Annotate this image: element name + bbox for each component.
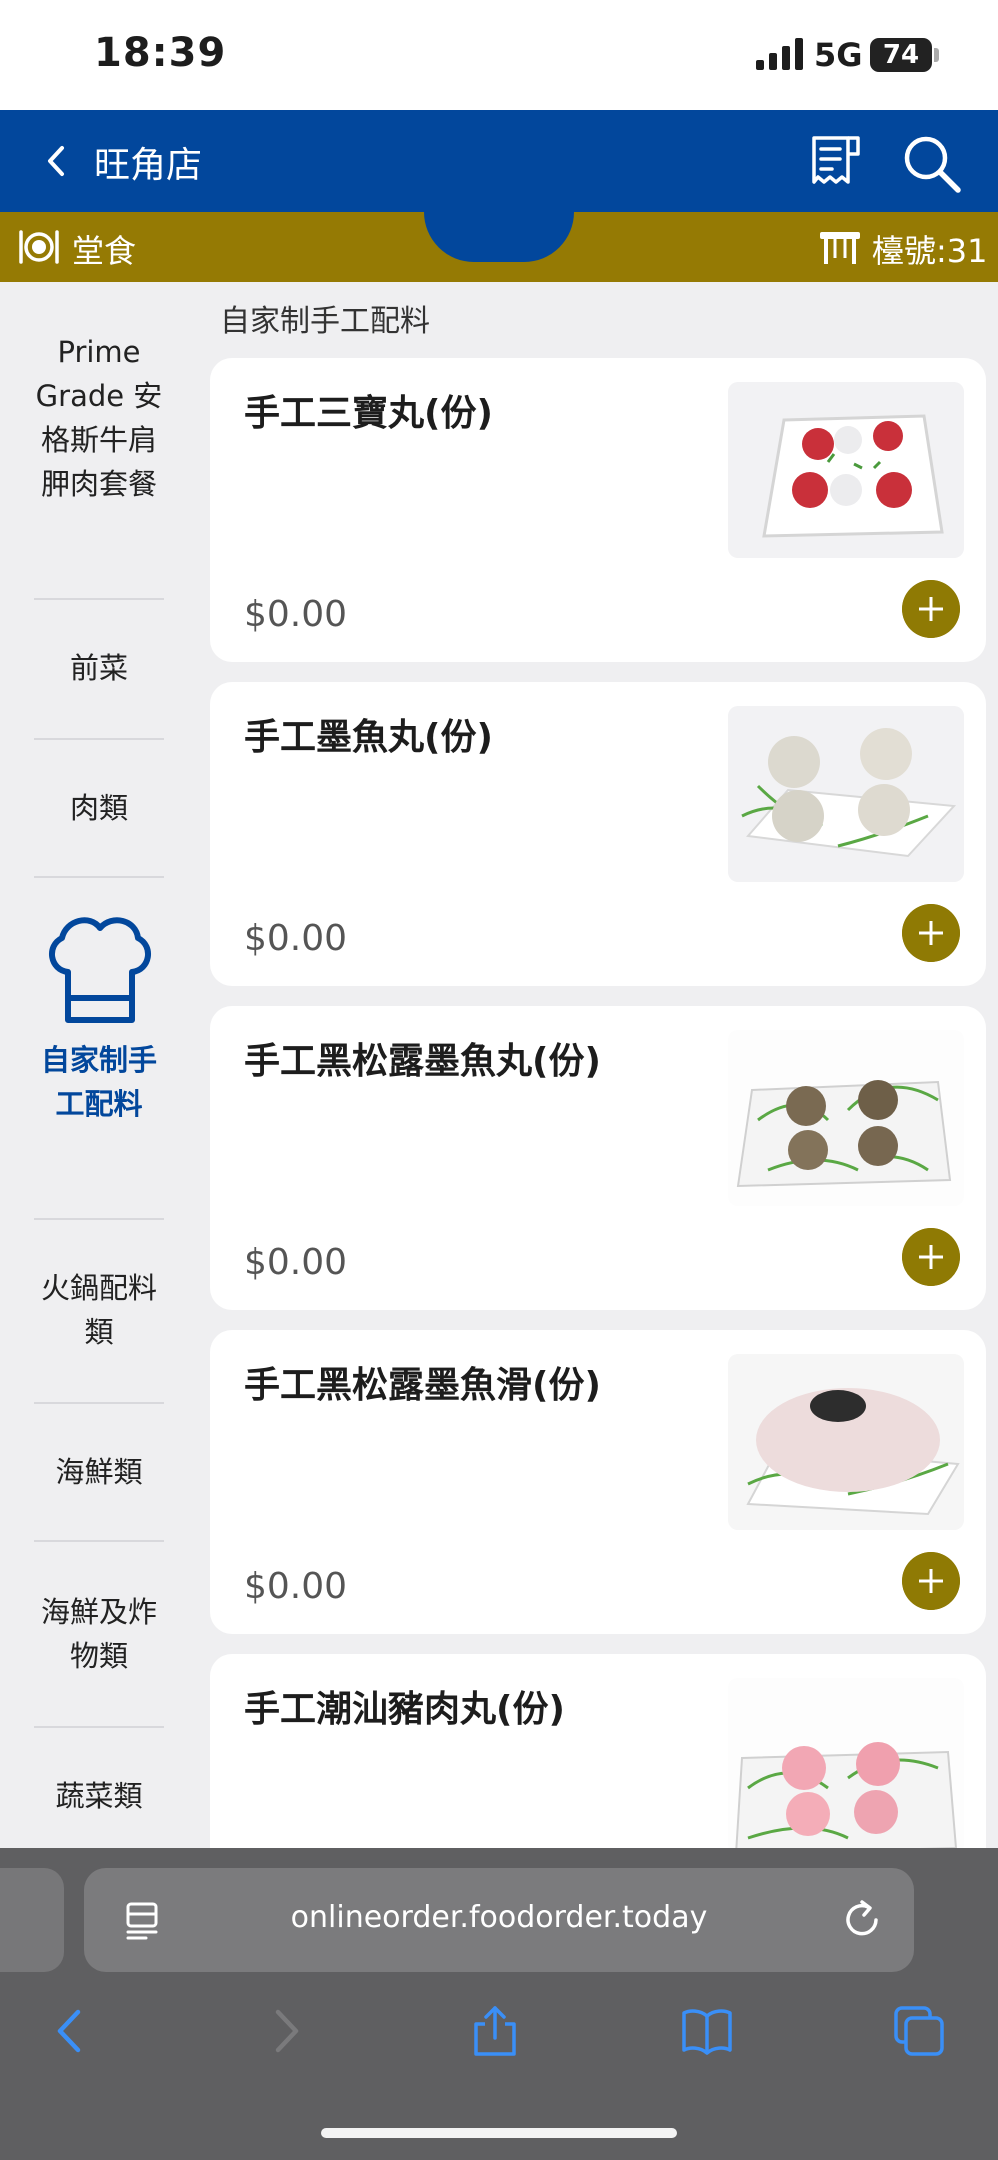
- address-bar[interactable]: onlineorder.foodorder.today: [84, 1868, 914, 1972]
- product-image: [728, 1354, 964, 1530]
- sidebar-item-appetizers[interactable]: 前菜: [34, 646, 164, 690]
- sidebar-item-vegetables[interactable]: 蔬菜類: [34, 1774, 164, 1818]
- product-image: [728, 706, 964, 882]
- product-card[interactable]: 手工黑松露墨魚丸(份) $0.00: [210, 1006, 986, 1310]
- bookmarks-icon[interactable]: [680, 2004, 734, 2058]
- product-name: 手工墨魚丸(份): [244, 717, 493, 758]
- status-bar: 18:39 5G 74: [0, 0, 998, 110]
- sidebar-item-homemade[interactable]: 自家制手工配料: [34, 1038, 164, 1126]
- reload-icon[interactable]: [840, 1898, 884, 1942]
- sidebar-divider: [34, 1726, 164, 1728]
- battery-icon: 74: [870, 38, 932, 72]
- back-icon[interactable]: [44, 2004, 98, 2058]
- product-price: $0.00: [244, 918, 348, 959]
- product-price: $0.00: [244, 594, 348, 635]
- sidebar-item-seafood[interactable]: 海鮮類: [34, 1450, 164, 1494]
- product-image: [728, 382, 964, 558]
- product-price: $0.00: [244, 1242, 348, 1283]
- product-card[interactable]: 手工墨魚丸(份) $0.00: [210, 682, 986, 986]
- sidebar-divider: [34, 738, 164, 740]
- battery-level: 74: [882, 40, 920, 70]
- product-name: 手工潮汕豬肉丸(份): [244, 1689, 565, 1730]
- add-to-cart-button[interactable]: [902, 1228, 960, 1286]
- tabs-icon[interactable]: [892, 2004, 946, 2058]
- add-to-cart-button[interactable]: [902, 1552, 960, 1610]
- share-icon[interactable]: [468, 2004, 522, 2058]
- app-header: 旺角店: [0, 110, 998, 212]
- add-to-cart-button[interactable]: [902, 904, 960, 962]
- sidebar-item-seafood-fried[interactable]: 海鮮及炸物類: [34, 1590, 164, 1678]
- sidebar-divider: [34, 1402, 164, 1404]
- section-title: 自家制手工配料: [220, 304, 430, 339]
- dine-in-icon: [19, 230, 59, 264]
- product-name: 手工黑松露墨魚丸(份): [244, 1041, 601, 1082]
- table-number: 檯號:31: [872, 232, 988, 270]
- product-image: [728, 1678, 964, 1854]
- home-indicator[interactable]: [321, 2128, 677, 2138]
- search-icon[interactable]: [900, 132, 964, 196]
- sidebar-divider: [34, 598, 164, 600]
- url-text: onlineorder.foodorder.today: [290, 1900, 708, 1935]
- store-name: 旺角店: [94, 145, 203, 186]
- chef-hat-icon: [49, 917, 151, 1023]
- forward-icon[interactable]: [258, 2004, 312, 2058]
- table-icon: [820, 232, 860, 264]
- sidebar-divider: [34, 876, 164, 878]
- product-name: 手工黑松露墨魚滑(份): [244, 1365, 601, 1406]
- dine-mode-label: 堂食: [72, 232, 137, 270]
- signal-icon: [756, 38, 803, 70]
- sidebar-item-meat[interactable]: 肉類: [34, 786, 164, 830]
- product-card[interactable]: 手工三寶丸(份) $0.00: [210, 358, 986, 662]
- back-chevron-icon[interactable]: [36, 138, 76, 184]
- sidebar-item-prime-grade[interactable]: Prime Grade 安格斯牛肩胛肉套餐: [34, 330, 164, 506]
- sidebar-divider: [34, 1218, 164, 1220]
- battery-cap: [934, 48, 939, 62]
- product-name: 手工三寶丸(份): [244, 393, 493, 434]
- add-to-cart-button[interactable]: [902, 580, 960, 638]
- product-price: $0.00: [244, 1566, 348, 1607]
- sidebar-item-hotpot-toppings[interactable]: 火鍋配料類: [34, 1266, 164, 1354]
- product-card[interactable]: 手工黑松露墨魚滑(份) $0.00: [210, 1330, 986, 1634]
- network-type: 5G: [814, 36, 863, 74]
- previous-tab-peek[interactable]: [0, 1868, 64, 1972]
- product-image: [728, 1030, 964, 1206]
- status-time: 18:39: [94, 30, 227, 76]
- receipt-icon[interactable]: [808, 132, 864, 192]
- sidebar-divider: [34, 1540, 164, 1542]
